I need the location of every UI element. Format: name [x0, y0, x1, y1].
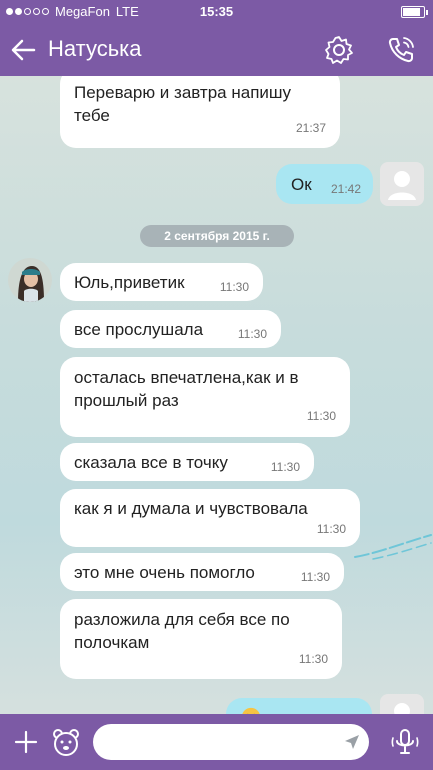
- microphone-icon[interactable]: [389, 726, 421, 758]
- background-swirl-decoration: [354, 534, 432, 560]
- message-text: все прослушала: [74, 320, 204, 339]
- message-bubble-incoming[interactable]: осталась впечатлена,как и в прошлый раз …: [60, 357, 350, 437]
- message-list[interactable]: Переварю и завтра напишу тебе 21:37 Ок 2…: [0, 76, 433, 714]
- message-bubble-incoming[interactable]: все прослушала 11:30: [60, 310, 281, 348]
- message-text: это мне очень помогло: [74, 563, 255, 582]
- status-time: 15:35: [199, 4, 234, 19]
- message-bubble-incoming[interactable]: разложила для себя все по полочкам 11:30: [60, 599, 342, 679]
- message-time: 11:30: [237, 327, 267, 341]
- message-time: 11:30: [298, 652, 328, 666]
- message-time: 11:30: [316, 522, 346, 536]
- my-avatar[interactable]: [380, 694, 424, 714]
- message-text: как я и думала и чувствовала: [74, 499, 308, 518]
- message-text: осталась впечатлена,как и в прошлый раз: [74, 368, 299, 410]
- battery-level: [403, 8, 420, 16]
- user-placeholder-icon: [388, 171, 416, 200]
- message-text: сказала все в точку: [74, 453, 228, 472]
- message-text: разложила для себя все по полочкам: [74, 610, 290, 652]
- compose-bar: [0, 714, 433, 770]
- contact-name[interactable]: Натуська: [48, 36, 142, 62]
- message-bubble-incoming[interactable]: Переварю и завтра напишу тебе 21:37: [60, 76, 340, 148]
- contact-photo: [8, 258, 52, 302]
- message-text: Ок: [291, 175, 312, 194]
- battery-icon: [401, 6, 428, 18]
- phone-icon[interactable]: [385, 34, 417, 66]
- message-time: 11:30: [306, 409, 336, 423]
- message-time: 11:30: [300, 570, 330, 584]
- emoji-smile-icon: [242, 707, 260, 714]
- message-time: 21:37: [295, 121, 326, 135]
- user-placeholder-icon: [394, 703, 410, 714]
- bear-icon[interactable]: [50, 726, 82, 758]
- message-time: 11:30: [270, 460, 300, 474]
- message-bubble-outgoing[interactable]: Ок 21:42: [276, 164, 373, 204]
- plus-icon[interactable]: [12, 728, 40, 756]
- send-icon[interactable]: [342, 732, 362, 752]
- conversation-header: Натуська: [0, 24, 433, 76]
- back-arrow-icon[interactable]: [8, 34, 40, 66]
- message-text: Юль,приветик: [74, 273, 185, 292]
- date-separator: 2 сентября 2015 г.: [140, 225, 294, 247]
- my-avatar[interactable]: [380, 162, 424, 206]
- message-text: Переварю и завтра напишу тебе: [74, 83, 292, 125]
- message-time: 21:42: [330, 182, 361, 196]
- message-bubble-incoming[interactable]: это мне очень помогло 11:30: [60, 553, 344, 591]
- status-bar: MegaFon LTE 15:35: [0, 0, 433, 24]
- message-time: 11:30: [219, 280, 249, 294]
- message-bubble-incoming[interactable]: Юль,приветик 11:30: [60, 263, 263, 301]
- message-bubble-incoming[interactable]: как я и думала и чувствовала 11:30: [60, 489, 360, 547]
- contact-avatar[interactable]: [8, 258, 52, 302]
- message-bubble-incoming[interactable]: сказала все в точку 11:30: [60, 443, 314, 481]
- message-input[interactable]: [93, 724, 369, 760]
- message-bubble-outgoing[interactable]: [226, 698, 372, 714]
- gear-icon[interactable]: [323, 34, 355, 66]
